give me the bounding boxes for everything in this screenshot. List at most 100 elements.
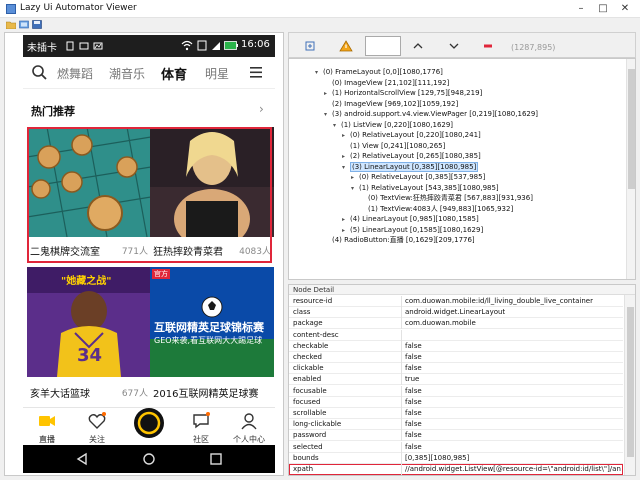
bottom-nav-profile[interactable]: 个人中心 [229, 410, 269, 444]
scrollbar-thumb[interactable] [628, 69, 635, 189]
section-header[interactable]: 热门推荐 › [23, 97, 275, 123]
tree-node[interactable]: ▾ (1) RelativeLayout [543,385][1080,985] [351, 183, 499, 193]
back-icon[interactable] [75, 452, 89, 466]
warning-icon[interactable] [339, 39, 353, 53]
tree-expander-icon[interactable]: ▾ [333, 121, 341, 131]
tree-node[interactable]: ▾ (3) android.support.v4.view.ViewPager [… [324, 109, 538, 119]
chevron-down-icon[interactable] [447, 39, 461, 53]
search-node-input[interactable] [365, 36, 401, 56]
property-row[interactable]: content-desc [289, 329, 623, 341]
tree-node[interactable]: (1) TextView:4083人 [949,883][1065,932] [360, 204, 513, 214]
scrollbar-thumb[interactable] [627, 307, 634, 457]
tree-expander-icon[interactable]: ▸ [351, 173, 359, 183]
property-row[interactable]: long-clickable false [289, 419, 623, 431]
tab-sports[interactable]: 体育 [161, 64, 187, 83]
property-value[interactable]: false [405, 386, 621, 397]
live-card-basketball[interactable]: "她藏之战" 34 亥羊大话篮球 677人 [27, 267, 151, 405]
tree-node[interactable]: ▾ (0) FrameLayout [0,0][1080,1776] [315, 67, 443, 77]
expand-all-icon[interactable] [303, 39, 317, 53]
property-row[interactable]: clickable false [289, 363, 623, 375]
screenshot-icon[interactable] [19, 20, 29, 29]
tree-node[interactable]: ▾ (3) LinearLayout [0,385][1080,985] [342, 161, 479, 173]
ui-hierarchy-tree[interactable]: ▾ (0) FrameLayout [0,0][1080,1776] (0) Ima… [288, 58, 636, 280]
property-value[interactable]: false [405, 419, 621, 430]
tree-node[interactable]: ▸ (0) RelativeLayout [0,385][537,985] [351, 172, 485, 182]
clear-icon[interactable] [481, 39, 495, 53]
tree-expander-icon[interactable]: ▾ [351, 184, 359, 194]
recents-icon[interactable] [209, 452, 223, 466]
tree-node-label: (0) RelativeLayout [0,385][537,985] [359, 173, 486, 181]
tab-music[interactable]: 潮音乐 [109, 65, 145, 82]
tree-node[interactable]: ▸ (2) RelativeLayout [0,265][1080,385] [342, 151, 481, 161]
property-value[interactable]: [0,385][1080,985] [405, 453, 621, 464]
tree-node[interactable]: ▸ (0) RelativeLayout [0,220][1080,241] [342, 130, 481, 140]
property-value[interactable]: true [405, 374, 621, 385]
bottom-nav-live[interactable]: 直播 [27, 410, 67, 444]
menu-icon[interactable] [249, 66, 263, 79]
property-row[interactable]: enabled true [289, 374, 623, 386]
tree-node[interactable]: ▸ (1) HorizontalScrollView [129,75][948,2… [324, 88, 482, 98]
property-value[interactable]: false [405, 352, 621, 363]
minimize-button[interactable]: – [572, 1, 590, 16]
property-value[interactable]: //android.widget.ListView[@resource-id=\… [405, 464, 621, 475]
property-row[interactable]: resource-id com.duowan.mobile:id/ll_livin… [289, 296, 623, 307]
tree-expander-icon[interactable]: ▸ [342, 131, 350, 141]
device-screen[interactable]: 未插卡 16:06 燃舞蹈 潮音乐 体育 明星 热门推荐 › 二鬼棋牌交流室 7… [23, 35, 275, 473]
property-row[interactable]: xpath //android.widget.ListView[@resource… [289, 464, 623, 475]
tree-expander-icon[interactable]: ▾ [315, 68, 323, 78]
property-row[interactable]: focused false [289, 396, 623, 408]
property-row[interactable]: focusable false [289, 385, 623, 397]
tree-expander-icon[interactable]: ▾ [342, 163, 350, 173]
bottom-nav-follow[interactable]: 关注 [77, 410, 117, 444]
tree-node[interactable]: ▸ (4) LinearLayout [0,985][1080,1585] [342, 214, 479, 224]
property-value[interactable]: com.duowan.mobile:id/ll_living_double_li… [405, 296, 621, 307]
property-value[interactable]: com.duowan.mobile [405, 318, 621, 329]
property-value[interactable]: false [405, 363, 621, 374]
tree-expander-icon[interactable]: ▸ [342, 215, 350, 225]
property-value[interactable]: //android.widget.FrameLayout[1]/android.… [405, 475, 621, 476]
tree-expander-icon[interactable]: ▸ [342, 226, 350, 236]
property-row[interactable]: package com.duowan.mobile [289, 318, 623, 330]
bottom-nav-start-live[interactable] [129, 406, 169, 440]
tree-node[interactable]: (2) ImageView [969,102][1059,192] [324, 99, 458, 109]
property-value[interactable]: android.widget.LinearLayout [405, 307, 621, 318]
property-row[interactable]: scrollable false [289, 408, 623, 419]
property-row[interactable]: bounds [0,385][1080,985] [289, 452, 623, 464]
search-icon[interactable] [31, 64, 47, 80]
tree-node[interactable]: ▸ (5) LinearLayout [0,1585][1080,1629] [342, 225, 483, 235]
tree-node[interactable]: (0) TextView:狂热摔跤青菜君 [567,883][931,936] [360, 193, 533, 203]
property-row[interactable]: checkable false [289, 340, 623, 352]
tab-stars[interactable]: 明星 [205, 65, 229, 82]
tab-dance[interactable]: 燃舞蹈 [57, 65, 93, 82]
home-icon[interactable] [142, 452, 156, 466]
property-row[interactable]: password false [289, 430, 623, 442]
open-folder-icon[interactable] [6, 20, 16, 29]
detail-scrollbar[interactable] [624, 295, 635, 475]
tree-node[interactable]: (0) ImageView [21,102][111,192] [324, 78, 449, 88]
tree-expander-icon[interactable]: ▾ [324, 110, 332, 120]
property-key: clickable [293, 364, 324, 373]
live-card-football[interactable]: 官方 互联网精英足球锦标赛 GEO来袭,看互联网大大踢足球 2016互联网精英足… [150, 267, 274, 405]
tree-expander-icon[interactable]: ▸ [342, 152, 350, 162]
property-row[interactable]: checked false [289, 352, 623, 363]
property-value[interactable]: false [405, 442, 621, 453]
maximize-button[interactable]: □ [594, 1, 612, 16]
tree-node[interactable]: ▾ (1) ListView [0,220][1080,1629] [333, 120, 453, 130]
property-row[interactable]: fullIndexXpath //android.widget.FrameLayo… [289, 475, 623, 476]
bottom-nav-community[interactable]: 社区 [181, 410, 221, 444]
device-screenshot-pane[interactable]: 未插卡 16:06 燃舞蹈 潮音乐 体育 明星 热门推荐 › 二鬼棋牌交流室 7… [4, 32, 284, 476]
chevron-up-icon[interactable] [411, 39, 425, 53]
property-value[interactable]: false [405, 430, 621, 441]
property-value[interactable]: false [405, 408, 621, 419]
tree-expander-icon[interactable]: ▸ [324, 89, 332, 99]
property-value[interactable]: false [405, 397, 621, 408]
property-row[interactable]: class android.widget.LinearLayout [289, 307, 623, 319]
property-row[interactable]: selected false [289, 441, 623, 453]
property-key: xpath [293, 465, 314, 473]
tree-scrollbar[interactable] [626, 59, 635, 279]
save-icon[interactable] [32, 20, 42, 29]
tree-node[interactable]: (4) RadioButton:直播 [0,1629][209,1776] [324, 235, 475, 245]
property-value[interactable]: false [405, 341, 621, 352]
close-button[interactable]: ✕ [616, 1, 634, 16]
tree-node[interactable]: (1) View [0,241][1080,265] [342, 141, 445, 151]
